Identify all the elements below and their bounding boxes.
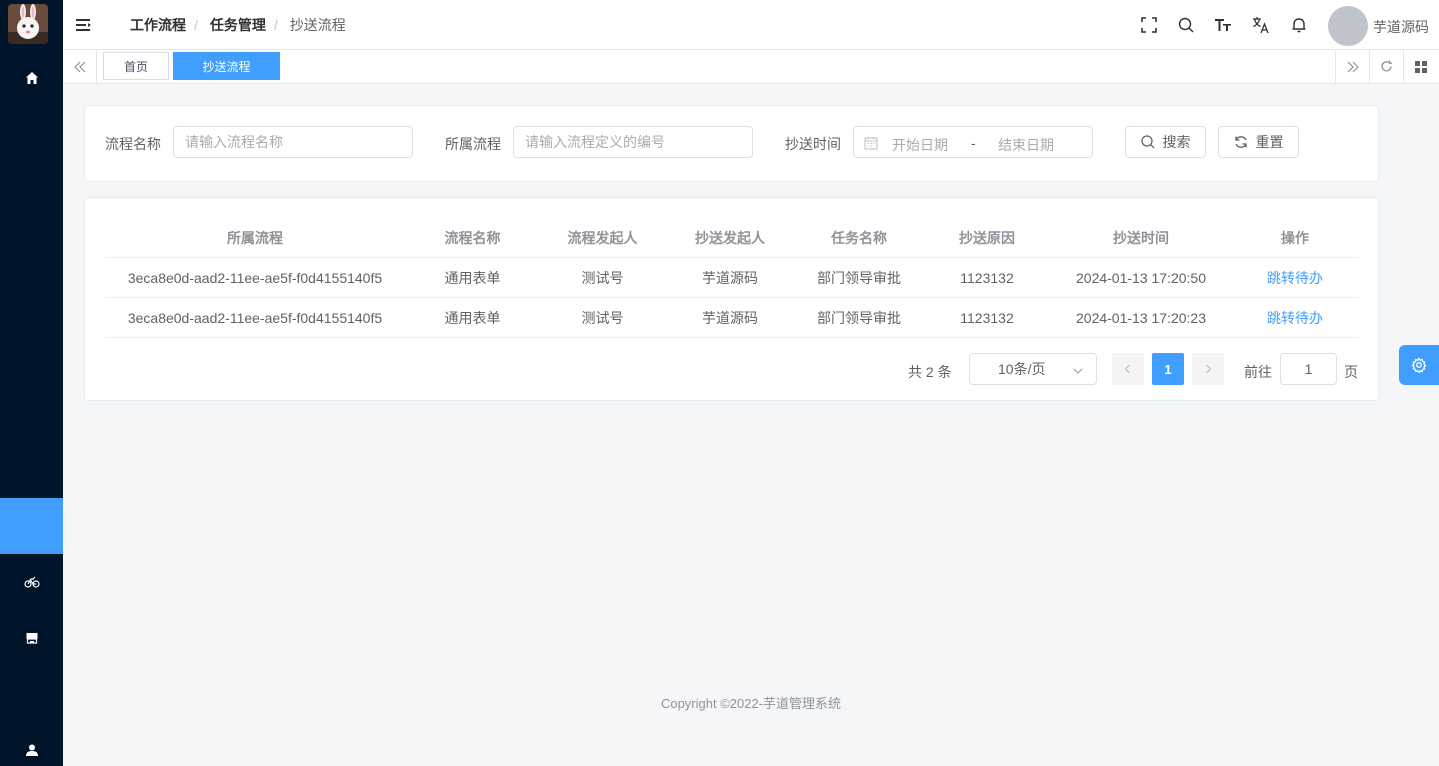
cell-starter: 测试号 <box>581 270 624 286</box>
navbar: 工作流程 / 任务管理 / 抄送流程 芋道源码 <box>63 0 1439 50</box>
cell-reason: 1123132 <box>960 270 1014 286</box>
gear-icon <box>1411 357 1427 373</box>
search-icon[interactable] <box>1176 15 1196 35</box>
username[interactable]: 芋道源码 <box>1373 17 1429 37</box>
scroll-right-icon[interactable] <box>1335 50 1369 83</box>
column-header: 流程名称 <box>444 230 501 246</box>
search-button[interactable]: 搜索 <box>1125 126 1206 158</box>
cell-copy-time: 2024-01-13 17:20:23 <box>1076 310 1206 326</box>
date-range-picker[interactable]: 开始日期 - 结束日期 <box>853 126 1093 158</box>
reset-button[interactable]: 重置 <box>1218 126 1299 158</box>
table-row: 3eca8e0d-aad2-11ee-ae5f-f0d4155140f5 通用表… <box>105 258 1359 298</box>
column-header: 抄送发起人 <box>695 230 765 246</box>
refresh-icon <box>1234 136 1247 148</box>
shop-icon[interactable] <box>0 626 63 650</box>
copy-time-label: 抄送时间 <box>785 136 841 152</box>
tags-view: 首页 抄送流程 <box>63 50 1439 84</box>
refresh-icon[interactable] <box>1369 50 1403 83</box>
fullscreen-icon[interactable] <box>1139 15 1159 35</box>
tag-home[interactable]: 首页 <box>103 52 169 80</box>
end-date-input[interactable]: 结束日期 <box>998 135 1054 155</box>
process-name-input[interactable]: 请输入流程名称 <box>173 126 413 158</box>
column-header: 流程发起人 <box>567 230 638 246</box>
copyright-footer: Copyright ©2022-芋道管理系统 <box>660 696 842 711</box>
table-header: 所属流程 流程名称 流程发起人 抄送发起人 任务名称 抄送原因 抄送时间 操作 <box>105 218 1359 258</box>
table-card: 所属流程 流程名称 流程发起人 抄送发起人 任务名称 抄送原因 抄送时间 操作 … <box>84 197 1379 401</box>
goto-todo-link[interactable]: 跳转待办 <box>1231 298 1359 338</box>
logo[interactable] <box>8 4 48 44</box>
goto-todo-link[interactable]: 跳转待办 <box>1231 258 1359 298</box>
user-icon[interactable] <box>0 738 63 762</box>
process-name-label: 流程名称 <box>105 136 161 152</box>
goto-page-input[interactable]: 1 <box>1280 353 1337 385</box>
page-number-button[interactable]: 1 <box>1152 353 1184 385</box>
breadcrumb-separator: / <box>194 17 198 33</box>
cell-task-name: 部门领导审批 <box>817 310 901 326</box>
font-size-icon[interactable] <box>1213 15 1233 35</box>
range-separator: - <box>971 135 976 151</box>
calendar-icon <box>864 136 878 150</box>
bell-icon[interactable] <box>1289 15 1309 35</box>
search-form: 流程名称 请输入流程名称 所属流程 请输入流程定义的编号 抄送时间 开始日期 -… <box>84 105 1379 182</box>
page-suffix: 页 <box>1344 364 1358 380</box>
cell-process: 3eca8e0d-aad2-11ee-ae5f-f0d4155140f5 <box>127 270 383 286</box>
breadcrumb-separator: / <box>273 17 278 33</box>
home-icon[interactable] <box>0 66 63 90</box>
start-date-input[interactable]: 开始日期 <box>892 135 948 155</box>
pagination-total: 共 2 条 <box>908 364 952 380</box>
table-row: 3eca8e0d-aad2-11ee-ae5f-f0d4155140f5 通用表… <box>105 298 1359 338</box>
column-header: 操作 <box>1281 230 1309 246</box>
cell-process-name: 通用表单 <box>444 270 501 286</box>
grid-menu-icon[interactable] <box>1403 50 1437 83</box>
chevron-down-icon <box>1072 364 1084 380</box>
sidebar <box>0 0 63 766</box>
reset-button-label: 重置 <box>1255 134 1284 150</box>
page-size-value: 10条/页 <box>998 361 1046 377</box>
avatar[interactable] <box>1328 6 1368 46</box>
prev-page-button[interactable] <box>1112 353 1144 385</box>
page-size-select[interactable]: 10条/页 <box>969 353 1097 385</box>
search-icon <box>1140 135 1154 149</box>
search-button-label: 搜索 <box>1162 134 1191 150</box>
settings-button[interactable] <box>1399 345 1439 385</box>
cell-starter: 测试号 <box>581 310 624 326</box>
scroll-left-icon[interactable] <box>63 50 97 83</box>
breadcrumb-item[interactable]: 任务管理 <box>210 15 266 35</box>
column-header: 抄送时间 <box>1113 230 1169 246</box>
process-label: 所属流程 <box>445 136 501 152</box>
cell-process: 3eca8e0d-aad2-11ee-ae5f-f0d4155140f5 <box>127 310 383 326</box>
goto-label: 前往 <box>1244 364 1272 380</box>
copy-table: 所属流程 流程名称 流程发起人 抄送发起人 任务名称 抄送原因 抄送时间 操作 … <box>105 218 1359 338</box>
tag-active[interactable]: 抄送流程 <box>173 52 280 80</box>
translate-icon[interactable] <box>1251 15 1271 35</box>
hamburger-icon[interactable] <box>75 16 93 34</box>
next-page-button[interactable] <box>1192 353 1224 385</box>
cell-copy-user: 芋道源码 <box>702 270 758 286</box>
bicycle-icon[interactable] <box>0 570 63 594</box>
breadcrumb-item-current: 抄送流程 <box>289 17 346 33</box>
cell-copy-user: 芋道源码 <box>702 310 758 326</box>
breadcrumb-item[interactable]: 工作流程 <box>130 15 186 35</box>
column-header: 所属流程 <box>227 230 283 246</box>
cell-reason: 1123132 <box>960 310 1014 326</box>
cell-task-name: 部门领导审批 <box>817 270 901 286</box>
cell-copy-time: 2024-01-13 17:20:50 <box>1076 270 1206 286</box>
column-header: 任务名称 <box>831 230 887 246</box>
cell-process-name: 通用表单 <box>444 310 501 326</box>
sidebar-item-active[interactable] <box>0 498 63 554</box>
process-definition-input[interactable]: 请输入流程定义的编号 <box>513 126 753 158</box>
column-header: 抄送原因 <box>959 230 1015 246</box>
breadcrumb: 工作流程 / 任务管理 / 抄送流程 <box>130 0 346 50</box>
